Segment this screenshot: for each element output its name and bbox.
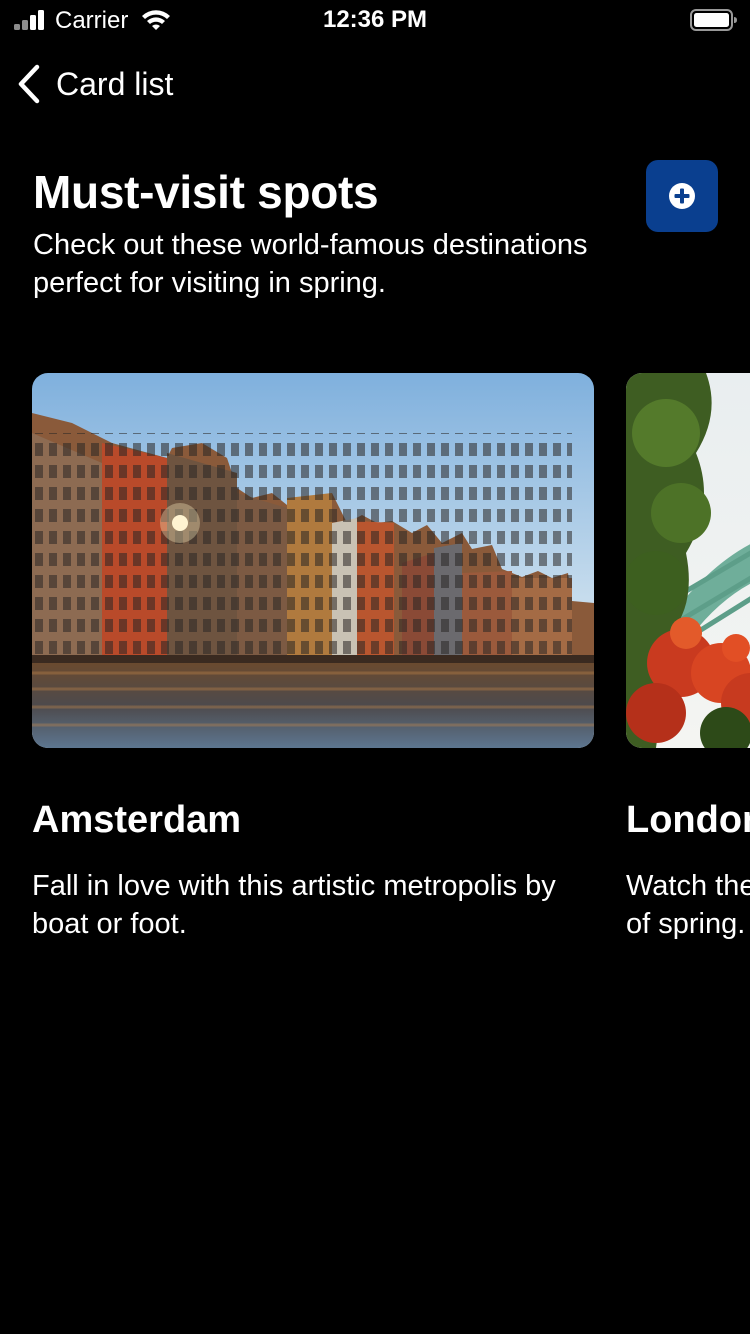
amsterdam-canal-houses-photo [32,373,594,748]
battery-icon [690,8,738,32]
page-subtitle: Check out these world-famous destination… [33,229,588,299]
status-time: 12:36 PM [322,6,428,33]
plus-circle-icon [669,183,695,209]
card-description: Watch the blossoms unfold in the warmth … [626,870,750,940]
back-button-label: Card list [56,66,174,102]
card-amsterdam[interactable]: Amsterdam Fall in love with this artisti… [32,373,594,940]
back-button[interactable]: Card list [16,62,173,106]
status-bar: Carrier 12:36 PM [0,0,750,40]
card-carousel[interactable]: Amsterdam Fall in love with this artisti… [0,373,750,973]
chevron-left-icon [18,64,40,104]
card-title: Amsterdam [32,799,242,841]
add-button[interactable] [646,160,718,232]
card-london[interactable]: London Watch the blossoms unfold in the … [626,373,750,940]
card-description: Fall in love with this artistic metropol… [32,870,556,940]
london-bridge-flowers-photo [626,373,750,748]
card-title: London [626,799,750,841]
page-title: Must-visit spots [33,166,379,218]
